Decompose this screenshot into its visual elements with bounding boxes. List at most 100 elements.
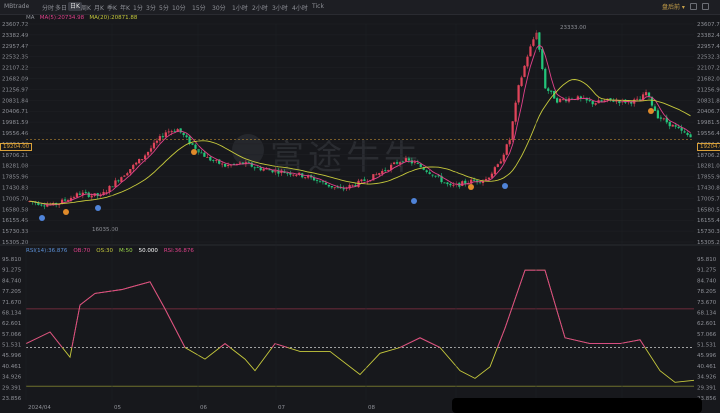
candle-body	[158, 136, 162, 141]
candle-body	[256, 167, 259, 168]
candle-body	[336, 187, 339, 189]
rsi-axis-right-label: 34.926	[697, 375, 717, 381]
candle-body	[126, 173, 129, 176]
candle-body	[84, 192, 87, 193]
price-axis-right-label: 21682.09	[697, 77, 720, 83]
candle-body	[499, 161, 502, 164]
candle-body	[108, 185, 111, 192]
candle-body	[538, 32, 541, 50]
candle-body	[416, 162, 419, 164]
candle-body	[292, 174, 295, 176]
kline-chart[interactable]: 23607.72 23607.72 23382.49 23382.49 22957.47…	[0, 0, 720, 413]
candle-body	[431, 174, 434, 176]
candle-body	[523, 65, 526, 77]
price-axis-left-label: 16580.58	[2, 207, 29, 213]
candle-body	[502, 154, 505, 162]
price-axis-left-label: 17855.96	[2, 175, 29, 181]
price-axis-left-label: 19556.46	[2, 131, 29, 137]
candle-body	[43, 205, 46, 207]
event-marker-icon	[502, 183, 508, 189]
candle-body	[129, 169, 132, 174]
rsi-line-upper	[26, 269, 646, 348]
candle-body	[209, 156, 212, 161]
candle-body	[330, 186, 333, 188]
candle-body	[487, 177, 491, 180]
candle-body	[452, 184, 455, 186]
candle-body	[544, 68, 547, 89]
price-axis-right-label: 16155.45	[697, 218, 720, 224]
candle-body	[363, 179, 366, 181]
rsi-axis-right-label: 91.275	[697, 268, 717, 274]
rsi-axis-left-label: 62.601	[2, 321, 21, 327]
candle-body	[262, 168, 265, 171]
price-axis-left-label: 16155.45	[2, 218, 29, 224]
candle-body	[594, 103, 597, 105]
candle-body	[75, 193, 79, 198]
rsi-axis-left-label: 71.670	[2, 300, 22, 306]
candle-body	[357, 180, 360, 188]
candle-body	[212, 160, 215, 161]
event-marker-icon	[648, 108, 654, 114]
candle-body	[143, 155, 147, 160]
rsi-legend-item-0: RSI(14):36.876	[26, 248, 68, 254]
candle-body	[407, 158, 411, 161]
candle-body	[63, 199, 67, 201]
candle-body	[90, 195, 93, 198]
candle-body	[526, 56, 529, 67]
rsi-axis-right-label: 57.066	[697, 332, 717, 338]
price-axis-left-label: 22107.22	[2, 66, 28, 72]
price-axis-left-label: 17005.70	[2, 196, 29, 202]
candle-body	[318, 181, 322, 183]
rsi-axis-left-label: 77.205	[2, 289, 22, 295]
price-axis-right-label: 23607.72	[697, 22, 720, 28]
candle-body	[203, 152, 206, 157]
candle-body	[434, 175, 437, 177]
price-axis-left-label: 18281.08	[2, 164, 29, 170]
candle-body	[449, 183, 452, 186]
candle-body	[644, 92, 648, 96]
candle-body	[117, 180, 120, 182]
candle-body	[324, 182, 328, 185]
price-axis-left-label: 19981.59	[2, 120, 29, 126]
candle-body	[167, 131, 170, 133]
candle-body	[653, 106, 657, 111]
ma5-line	[29, 44, 691, 206]
candle-body	[221, 163, 224, 165]
rsi-axis-right-label: 29.391	[697, 385, 716, 391]
rsi-axis-right-label: 68.134	[697, 310, 717, 316]
price-axis-left-label: 18706.21	[2, 153, 28, 159]
price-axis-right-label: 19556.46	[697, 131, 720, 137]
candle-body	[215, 159, 218, 161]
candle-body	[555, 98, 559, 103]
candle-body	[600, 100, 603, 102]
candle-body	[197, 149, 200, 153]
candle-body	[588, 100, 591, 102]
rsi-axis-left-label: 57.066	[2, 332, 22, 338]
rsi-axis-right-label: 62.601	[697, 321, 716, 327]
rsi-legend-item-2: OS:30	[96, 248, 113, 254]
event-marker-icon	[468, 184, 474, 190]
candle-body	[591, 101, 594, 105]
candle-body	[428, 172, 431, 174]
rsi-axis-left-label: 95.810	[2, 257, 22, 263]
candle-body	[342, 188, 345, 190]
rsi-axis-right-label: 95.810	[697, 257, 717, 263]
candle-body	[636, 98, 639, 100]
candle-body	[508, 140, 511, 145]
candle-body	[182, 132, 185, 136]
candle-body	[152, 142, 156, 149]
price-axis-right-label: 15730.33	[697, 229, 720, 235]
price-axis-left-label: 20831.84	[2, 98, 29, 104]
candle-body	[514, 102, 517, 122]
candle-body	[496, 164, 499, 167]
candle-body	[223, 163, 227, 167]
price-axis-right-label: 17430.83	[697, 186, 720, 192]
candle-body	[378, 173, 381, 175]
candle-body	[446, 182, 449, 185]
candle-body	[413, 162, 416, 163]
rsi-axis-left-label: 34.926	[2, 375, 22, 381]
candle-body	[185, 135, 188, 138]
rsi-legend-item-1: OB:70	[73, 248, 91, 254]
candle-body	[173, 130, 176, 132]
candle-body	[404, 158, 408, 162]
